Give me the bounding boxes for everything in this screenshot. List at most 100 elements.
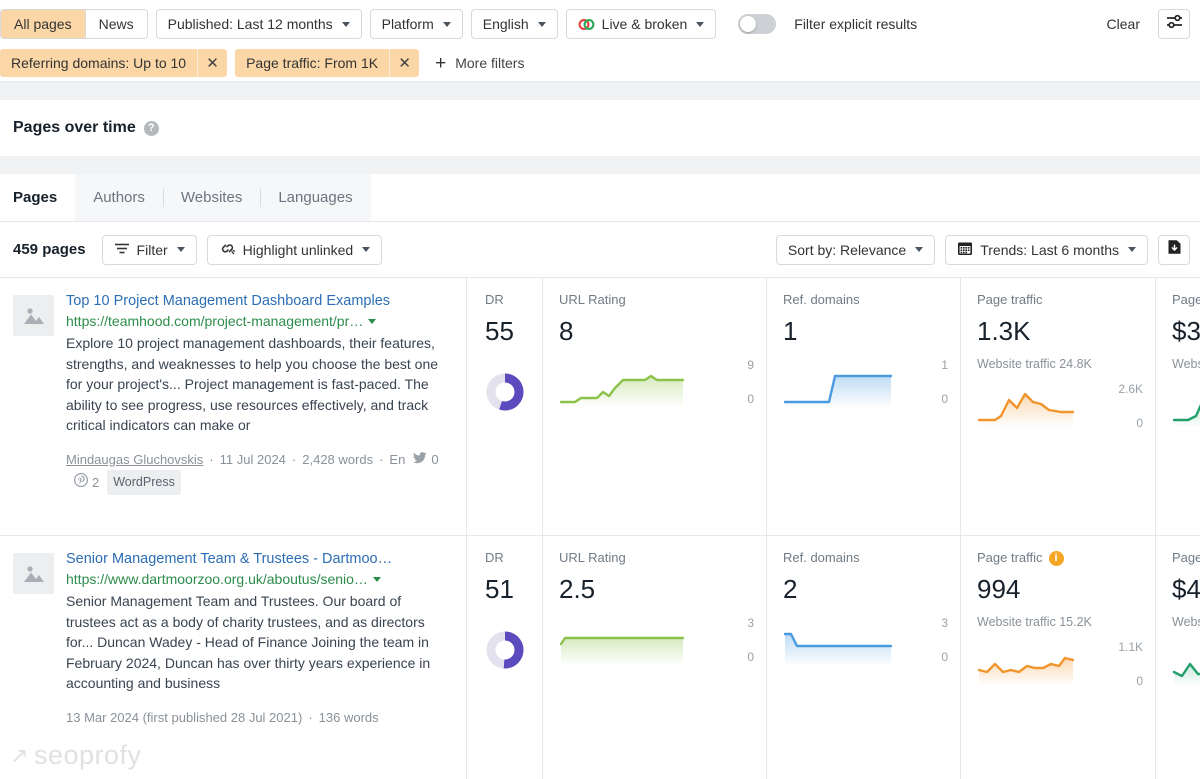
page-title: Pages over time — [13, 119, 136, 136]
metric-cell-url-rating: URL Rating 2.5 3 0 — [543, 536, 767, 779]
segment-news[interactable]: News — [84, 10, 147, 38]
url-rating-sparkline — [559, 358, 722, 415]
chevron-down-icon[interactable] — [372, 577, 381, 582]
clear-filters-button[interactable]: Clear — [1097, 16, 1150, 32]
metric-sub-page-traffic-value: Website traffic value $3.1M — [1172, 357, 1200, 371]
tab-languages-label: Languages — [278, 189, 353, 206]
filter-settings-button[interactable] — [1158, 9, 1190, 39]
pinterest-share-count: 2 — [92, 474, 100, 490]
tab-authors[interactable]: Authors — [75, 174, 163, 221]
dr-donut-chart — [485, 630, 530, 675]
language-filter-dropdown[interactable]: English — [470, 9, 558, 39]
close-icon[interactable]: ✕ — [197, 49, 227, 77]
meta-separator: · — [291, 451, 297, 467]
published-filter-dropdown[interactable]: Published: Last 12 months — [155, 9, 362, 39]
trends-range-label: Trends: Last 6 months — [980, 241, 1119, 258]
more-filters-label: More filters — [455, 55, 525, 71]
ref-domains-axis: 3 0 — [924, 616, 948, 664]
results-toolbar: 459 pages Filter Highlight unlinked Sort… — [0, 222, 1200, 278]
result-description: Explore 10 project management dashboards… — [66, 335, 439, 433]
sort-by-label: Sort by: Relevance — [787, 241, 907, 258]
page-traffic-axis: 1.1K 0 — [1118, 640, 1143, 688]
metric-value-url-rating: 2.5 — [559, 574, 596, 604]
filter-bar-row-chips: Referring domains: Up to 10 ✕ Page traff… — [0, 46, 1190, 80]
tab-pages-label: Pages — [13, 189, 58, 206]
result-url-link[interactable]: https://www.dartmoorzoo.org.uk/aboutus/s… — [66, 570, 368, 589]
section-gap-band-bottom — [0, 156, 1200, 174]
metric-cell-page-traffic-value: Page traffic va $3.0K Website traffic va… — [1156, 278, 1200, 535]
platform-filter-label: Platform — [381, 16, 434, 32]
sort-by-button[interactable]: Sort by: Relevance — [775, 234, 936, 265]
metric-label-ref-domains: Ref. domains — [783, 292, 860, 307]
metric-cell-dr: DR 55 — [467, 278, 543, 535]
warning-info-icon[interactable]: i — [1048, 550, 1064, 566]
chip-referring-domains[interactable]: Referring domains: Up to 10 ✕ — [0, 49, 228, 77]
segment-all-pages[interactable]: All pages — [1, 10, 85, 38]
url-rating-sparkline — [559, 616, 722, 673]
result-title-link[interactable]: Top 10 Project Management Dashboard Exam… — [66, 292, 446, 311]
filter-button[interactable]: Filter — [101, 234, 197, 265]
result-title-link[interactable]: Senior Management Team & Trustees - Dart… — [66, 550, 446, 569]
export-button[interactable] — [1158, 234, 1190, 265]
result-meta: 13 Mar 2024 (first published 28 Jul 2021… — [66, 707, 446, 728]
metric-label-ref-domains: Ref. domains — [783, 550, 860, 565]
page-traffic-value-sparkline — [1172, 382, 1200, 435]
metric-sub-page-traffic: Website traffic 15.2K — [977, 615, 1092, 629]
axis-min: 0 — [941, 392, 948, 406]
link-icon — [578, 16, 595, 33]
chevron-down-icon — [696, 21, 705, 27]
metric-value-url-rating: 8 — [559, 316, 574, 346]
metric-value-dr: 55 — [485, 316, 514, 346]
axis-min: 0 — [1136, 674, 1143, 688]
chip-referring-domains-label: Referring domains: Up to 10 — [11, 55, 187, 71]
result-main-cell: Senior Management Team & Trustees - Dart… — [0, 536, 467, 779]
page-traffic-value-sparkline — [1172, 640, 1200, 693]
thumbnail-placeholder-icon — [13, 553, 54, 594]
plus-icon: + — [435, 52, 447, 74]
result-url-link[interactable]: https://teamhood.com/project-management/… — [66, 312, 363, 331]
pages-over-time-section: Pages over time ? — [0, 100, 1200, 156]
url-rating-sparkline-wrap: 3 0 — [559, 616, 754, 673]
page-traffic-value-sparkline-wrap — [1172, 640, 1200, 693]
question-mark-icon[interactable]: ? — [143, 120, 159, 136]
link-status-filter-dropdown[interactable]: Live & broken — [565, 9, 717, 39]
table-row: Top 10 Project Management Dashboard Exam… — [0, 278, 1200, 536]
broken-link-icon — [219, 241, 236, 259]
chevron-down-icon — [176, 247, 185, 252]
results-count: 459 pages — [13, 241, 86, 258]
axis-min: 0 — [747, 650, 754, 664]
metric-cell-ref-domains: Ref. domains 2 3 0 — [767, 536, 961, 779]
chevron-down-icon — [915, 247, 924, 252]
more-filters-button[interactable]: + More filters — [435, 54, 524, 73]
tab-authors-label: Authors — [93, 189, 145, 206]
url-rating-sparkline-wrap: 9 0 — [559, 358, 754, 415]
metric-label-page-traffic-value: Page traffic va — [1172, 292, 1200, 307]
tab-languages[interactable]: Languages — [260, 174, 371, 221]
tab-websites[interactable]: Websites — [162, 174, 261, 221]
platform-filter-dropdown[interactable]: Platform — [369, 9, 463, 39]
metric-label-dr: DR — [485, 550, 504, 565]
filter-bar: All pages News Published: Last 12 months… — [0, 0, 1200, 82]
chip-page-traffic-label: Page traffic: From 1K — [246, 55, 379, 71]
chevron-down-icon[interactable] — [368, 319, 377, 324]
language-filter-label: English — [482, 16, 529, 32]
axis-max: 2.6K — [1118, 382, 1143, 396]
result-tabs: Pages Authors Websites Languages — [0, 174, 1200, 222]
tab-websites-label: Websites — [180, 189, 243, 206]
ref-domains-sparkline-wrap: 1 0 — [783, 358, 948, 415]
metric-label-page-traffic-text: Page traffic — [977, 292, 1043, 307]
filter-explicit-results-toggle[interactable] — [738, 14, 777, 34]
result-word-count: 136 words — [318, 709, 379, 725]
result-text-block: Senior Management Team & Trustees - Dart… — [66, 550, 446, 779]
result-description: Senior Management Team and Trustees. Our… — [66, 593, 431, 691]
highlight-unlinked-button[interactable]: Highlight unlinked — [206, 234, 383, 265]
chip-page-traffic[interactable]: Page traffic: From 1K ✕ — [235, 49, 420, 77]
trends-range-button[interactable]: Trends: Last 6 months — [945, 234, 1148, 265]
result-author[interactable]: Mindaugas Gluchovskis — [66, 449, 203, 470]
published-filter-label: Published: Last 12 months — [167, 16, 333, 32]
ref-domains-sparkline — [783, 358, 916, 415]
tab-pages[interactable]: Pages — [0, 174, 76, 221]
close-icon[interactable]: ✕ — [389, 49, 419, 77]
ref-domains-sparkline-wrap: 3 0 — [783, 616, 948, 673]
page-traffic-sparkline-wrap: 1.1K 0 — [977, 640, 1143, 693]
